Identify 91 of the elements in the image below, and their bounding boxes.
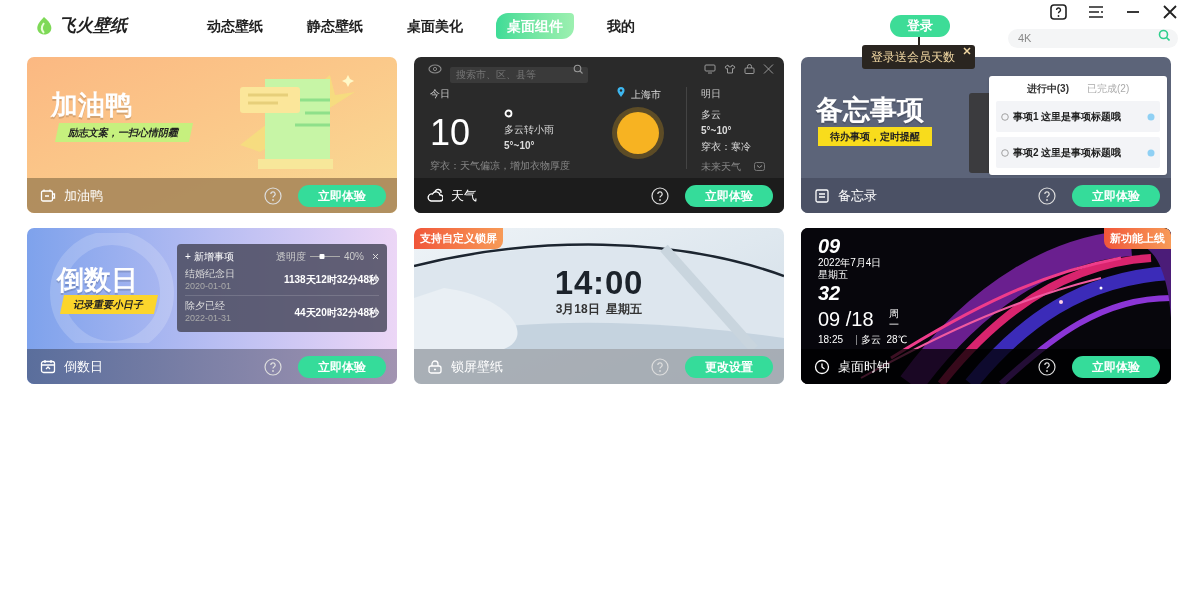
help-icon: [651, 186, 669, 205]
widget-name: 备忘录: [838, 186, 877, 205]
search-icon: [1158, 29, 1170, 41]
weather-label: 明日: [701, 87, 721, 101]
memo-item-title: 事项1 这里是事项标题哦: [1013, 110, 1123, 124]
close-icon: [372, 252, 379, 260]
city-name: 上海市: [631, 88, 661, 102]
widget-name: 天气: [451, 186, 477, 205]
opacity-value: 40%: [344, 249, 364, 264]
close-icon: [1162, 5, 1178, 19]
event-name: 结婚纪念日: [185, 267, 235, 280]
weather-condition: 多云: [701, 108, 721, 122]
temperature-range: 5°~10°: [701, 124, 732, 138]
clothing-advice: 穿衣：寒冷: [701, 140, 751, 154]
widget-name: 倒数日: [64, 357, 103, 376]
checkbox-icon: [1001, 148, 1009, 157]
nav-tab[interactable]: 静态壁纸: [296, 13, 374, 39]
weather-label: 今日: [430, 87, 450, 101]
help-icon: [264, 357, 282, 376]
temperature-range: 5°~10°: [504, 139, 535, 153]
search-icon: [573, 64, 583, 74]
weather-small-text: 多云 28℃: [856, 335, 907, 345]
cloud-icon: [427, 187, 443, 204]
lock-icon: [427, 358, 443, 375]
shirt-icon: [724, 64, 736, 74]
lock-time: 14:00: [554, 266, 644, 299]
search-field[interactable]: 4K: [1008, 28, 1178, 48]
logo-text: 飞火壁纸: [59, 15, 127, 38]
widget-name: 桌面时钟: [838, 357, 890, 376]
hour-text: 09: [818, 236, 841, 256]
widget-title: 加油鸭: [51, 89, 132, 122]
opacity-label: 透明度: [276, 249, 306, 264]
help-icon: [651, 357, 669, 376]
widget-card[interactable]: 倒数日 记录重要小日子 + 新增事项 透明度 40% 结婚纪念日 2020-01-01 1138天12时32分48秒 除夕已经 2022-01-31 44天20时32分48秒 倒数日 立即体验: [27, 228, 397, 384]
memo-item-title: 事项2 这里是事项标题哦: [1013, 146, 1123, 160]
temperature-text: 10: [430, 115, 471, 151]
close-icon: [763, 64, 774, 74]
elapsed-time: 44天20时32分48秒: [294, 305, 379, 320]
time-small-text: 18:25: [818, 335, 844, 345]
eye-icon: [1147, 148, 1155, 157]
weekday-text: 星期五: [818, 270, 848, 280]
widget-card[interactable]: 加油鸭 励志文案，一扫心情阴霾 加油鸭 立即体验: [27, 57, 397, 213]
weather-condition: 多云转小雨: [504, 123, 554, 137]
monitor-icon: [704, 64, 716, 74]
help-icon: [1038, 357, 1056, 376]
widget-card[interactable]: 支持自定义锁屏 14:00 3月18日 星期五 锁屏壁纸 更改设置: [414, 228, 784, 384]
minute-text: 32: [818, 283, 841, 303]
nav-tab[interactable]: 动态壁纸: [196, 13, 274, 39]
help-icon: [1038, 186, 1056, 205]
close-icon: [963, 47, 971, 55]
tagline-banner: 待办事项，定时提醒: [818, 127, 932, 146]
date-text: 2022年7月4日: [818, 258, 882, 268]
feature-badge: 支持自定义锁屏: [414, 228, 503, 249]
degree-icon: [504, 109, 513, 118]
sun-icon: [610, 105, 666, 161]
chevron-down-icon: [754, 162, 765, 171]
eye-icon: [1147, 112, 1155, 121]
event-date: 2020-01-01: [185, 279, 233, 292]
help-icon: [264, 186, 282, 205]
tagline-banner: 记录重要小日子: [60, 295, 158, 314]
eye-icon: [428, 64, 442, 74]
event-name: 除夕已经: [185, 300, 226, 312]
lock-icon: [744, 64, 755, 74]
widget-name: 锁屏壁纸: [451, 357, 503, 376]
checkbox-icon: [1001, 112, 1009, 121]
add-item-link[interactable]: + 新增事项: [185, 248, 234, 264]
location-pin-icon: [617, 87, 625, 97]
memo-item[interactable]: 事项2 这里是事项标题哦: [996, 137, 1160, 168]
widget-title: 备忘事项: [816, 94, 924, 127]
calendar-icon: [40, 358, 56, 375]
widget-card[interactable]: 09 2022年7月4日 星期五 32 09 /18 周一 18:25 多云 28℃ 新功能上线 桌面时钟 立即体验: [801, 228, 1171, 384]
lock-date: 3月18日 星期五: [555, 303, 643, 315]
date-big-text: 09 /18: [818, 309, 874, 329]
clock-icon: [814, 358, 830, 375]
notepad-icon: [814, 187, 830, 204]
event-date: 2022-01-31: [185, 312, 232, 324]
clothing-advice: 穿衣：天气偏凉，增加衣物厚度: [430, 159, 570, 173]
elapsed-time: 1138天12时32分48秒: [283, 273, 379, 287]
feature-badge: 新功能上线: [1104, 228, 1171, 249]
memo-item[interactable]: 事项1 这里是事项标题哦: [996, 101, 1160, 132]
memo-tab[interactable]: 进行中(3): [1026, 81, 1069, 96]
widget-title: 倒数日: [57, 264, 138, 297]
menu-icon: [1088, 5, 1104, 19]
weekday-big-text: 周一: [889, 308, 899, 330]
nav-tab[interactable]: 桌面美化: [396, 13, 474, 39]
nav-tab[interactable]: 我的: [596, 13, 646, 39]
help-icon: [1050, 4, 1067, 20]
widget-icon: [40, 187, 56, 204]
tagline-banner: 励志文案，一扫心情阴霾: [55, 123, 193, 142]
forecast-link[interactable]: 未来天气: [701, 159, 741, 174]
widget-name: 加油鸭: [64, 186, 103, 205]
